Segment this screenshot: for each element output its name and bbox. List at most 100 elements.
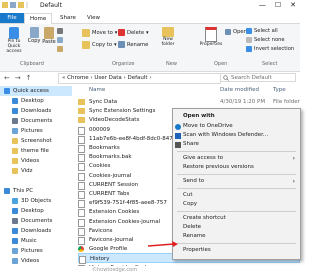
menu-scan-defender[interactable]: Scan with Windows Defender...: [173, 131, 300, 140]
nav-item-label: Downloads: [21, 228, 52, 234]
folder-icon: [12, 138, 18, 144]
menu-send-to[interactable]: Send to ›: [173, 177, 300, 186]
paste-shortcut-icon: [57, 46, 63, 52]
close-button[interactable]: ✕: [290, 1, 296, 9]
nav-item-label: Downloads: [21, 108, 52, 114]
invert-selection-button[interactable]: Invert selection: [246, 46, 294, 52]
quick-access-divider: |: [26, 2, 29, 9]
nav-item[interactable]: Vidz: [0, 166, 80, 176]
quick-access-toolbar: |: [2, 2, 28, 9]
nav-item-label: Screenshot: [21, 138, 52, 144]
pin-quick-access-button[interactable]: Pin to Quick access: [2, 27, 26, 54]
select-all-icon: [246, 28, 252, 34]
download-icon: [12, 228, 18, 234]
forward-button[interactable]: →: [15, 74, 21, 82]
tab-home[interactable]: Home: [24, 13, 53, 24]
chevron-right-icon: ›: [292, 155, 295, 162]
menu-copy[interactable]: Copy: [173, 200, 300, 209]
menu-restore-versions[interactable]: Restore previous versions: [173, 163, 300, 172]
tab-file[interactable]: File: [0, 13, 24, 23]
menu-open-with[interactable]: Open with: [173, 112, 300, 121]
properties-icon[interactable]: [10, 2, 16, 8]
copy-to-icon: [82, 41, 90, 49]
defender-icon: [175, 133, 181, 139]
nav-item[interactable]: Music: [0, 236, 80, 246]
back-button[interactable]: ←: [4, 74, 10, 82]
onedrive-icon: [175, 124, 181, 130]
nav-item-label: Pictures: [21, 248, 43, 254]
menu-move-onedrive[interactable]: Move to OneDrive: [173, 122, 300, 131]
paste-button[interactable]: Paste: [42, 27, 56, 45]
column-date[interactable]: Date modified: [220, 87, 259, 93]
menu-separator: [177, 188, 296, 189]
nav-item[interactable]: Pictures: [0, 126, 80, 136]
menu-properties[interactable]: Properties: [173, 246, 300, 255]
copy-icon: [29, 27, 39, 38]
minimize-button[interactable]: —: [259, 1, 266, 9]
maximize-button[interactable]: ☐: [275, 1, 281, 9]
chevron-right-icon: ›: [292, 178, 295, 185]
copy-to-button[interactable]: Copy to ▾: [82, 41, 117, 49]
cut-button[interactable]: [57, 28, 65, 34]
folder-icon: [12, 158, 18, 164]
group-select: Select: [262, 61, 278, 67]
scissors-icon: [57, 28, 63, 34]
nav-item-label: Vidz: [21, 168, 33, 174]
nav-item-label: Documents: [21, 118, 53, 124]
move-to-icon: [82, 29, 90, 37]
group-open: Open: [214, 61, 228, 67]
menu-separator: [177, 211, 296, 212]
nav-item[interactable]: Pictures: [0, 246, 80, 256]
nav-item[interactable]: theme file: [0, 146, 80, 156]
column-name[interactable]: Name: [89, 87, 105, 93]
nav-item[interactable]: Videos: [0, 256, 80, 266]
open-icon: [225, 29, 231, 35]
address-bar[interactable]: « Chrome › User Data › Default ›: [58, 73, 221, 84]
nav-item[interactable]: 3D Objects: [0, 196, 80, 206]
copy-path-button[interactable]: [57, 37, 65, 43]
menu-cut[interactable]: Cut: [173, 191, 300, 200]
nav-item[interactable]: Documents: [0, 116, 80, 126]
tab-view[interactable]: View: [82, 13, 105, 23]
nav-item[interactable]: Documents: [0, 216, 80, 226]
nav-item-label: This PC: [13, 188, 34, 194]
select-all-button[interactable]: Select all: [246, 28, 278, 34]
nav-item[interactable]: Downloads: [0, 226, 80, 236]
copy-button[interactable]: Copy: [27, 27, 41, 44]
new-folder-icon[interactable]: [18, 2, 24, 8]
context-menu: Open with Move to OneDrive Scan with Win…: [172, 108, 301, 260]
nav-item[interactable]: Screenshot: [0, 136, 80, 146]
menu-delete[interactable]: Delete: [173, 223, 300, 232]
nav-item-label: Videos: [21, 258, 40, 264]
share-icon: [175, 142, 181, 148]
nav-item[interactable]: This PC: [0, 186, 72, 196]
new-folder-button[interactable]: New folder: [157, 27, 179, 47]
column-type[interactable]: Type: [273, 87, 286, 93]
nav-item[interactable]: Downloads: [0, 106, 80, 116]
menu-share[interactable]: Share: [173, 140, 300, 149]
tab-share[interactable]: Share: [55, 13, 81, 23]
nav-item[interactable]: Desktop: [0, 96, 80, 106]
properties-button[interactable]: Properties: [198, 27, 224, 47]
menu-create-shortcut[interactable]: Create shortcut: [173, 214, 300, 223]
delete-button[interactable]: Delete ▾: [118, 29, 149, 36]
rename-button[interactable]: Rename: [118, 41, 148, 48]
folder-icon: [78, 117, 85, 124]
up-button[interactable]: ↑: [26, 74, 32, 82]
copy-path-icon: [57, 37, 63, 43]
nav-buttons: ← → ↑: [4, 74, 32, 82]
menu-give-access[interactable]: Give access to ›: [173, 154, 300, 163]
open-button[interactable]: Open: [225, 29, 247, 35]
nav-item[interactable]: Quick access: [0, 86, 72, 96]
folder-icon: [2, 2, 8, 8]
picture-icon: [12, 248, 18, 254]
select-none-button[interactable]: Select none: [246, 37, 285, 43]
paste-shortcut-button[interactable]: [57, 46, 65, 52]
nav-item-label: Quick access: [13, 88, 49, 94]
nav-item[interactable]: Videos: [0, 156, 80, 166]
search-input[interactable]: Search Default: [220, 73, 296, 82]
group-new: New: [166, 61, 177, 67]
nav-item[interactable]: Desktop: [0, 206, 80, 216]
move-to-button[interactable]: Move to ▾: [82, 29, 117, 37]
menu-rename[interactable]: Rename: [173, 232, 300, 241]
